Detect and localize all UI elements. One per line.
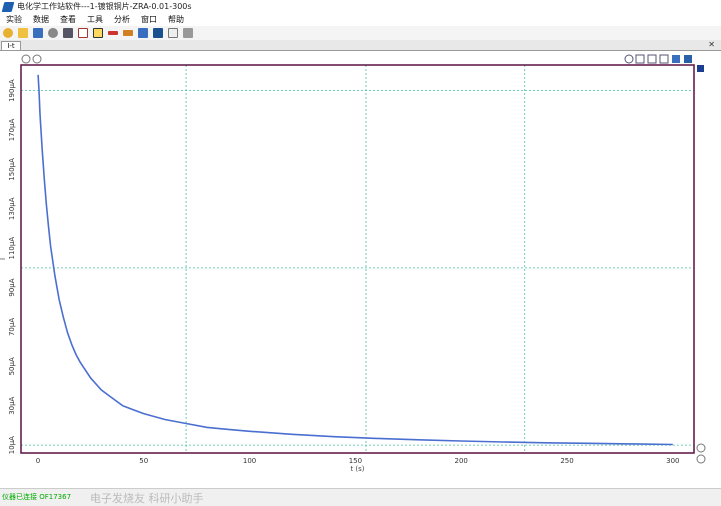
print-icon[interactable] xyxy=(48,28,58,38)
open-folder-icon[interactable] xyxy=(18,28,28,38)
x-tick-label: 150 xyxy=(349,457,362,465)
app-logo-icon xyxy=(1,1,15,12)
x-tick-label: 0 xyxy=(36,457,40,465)
chart-icon[interactable] xyxy=(78,28,88,38)
menu-analysis[interactable]: 分析 xyxy=(108,14,135,25)
x-tick-label: 300 xyxy=(666,457,679,465)
y-tick-label: 190μA xyxy=(8,79,16,102)
grid-lines xyxy=(21,65,694,453)
zoom-out-right-icon[interactable] xyxy=(696,454,706,464)
zoom-fit-icon[interactable] xyxy=(624,54,634,64)
menu-experiment[interactable]: 实验 xyxy=(0,14,27,25)
zoom-y-icon[interactable] xyxy=(647,54,657,64)
peak-icon[interactable] xyxy=(123,30,133,36)
table-icon[interactable] xyxy=(93,28,103,38)
it-chart[interactable]: 10μA 30μA 50μA 70μA 90μA 110μA 130μA 150μA 170μA… xyxy=(0,51,721,488)
layout-icon[interactable] xyxy=(672,55,680,63)
x-tick-label: 250 xyxy=(560,457,573,465)
menu-data[interactable]: 数据 xyxy=(27,14,54,25)
y-tick-label: 150μA xyxy=(8,158,16,181)
menu-bar: 实验 数据 查看 工具 分析 窗口 帮助 xyxy=(0,13,721,26)
y-tick-label: 10μA xyxy=(8,436,16,454)
menu-help[interactable]: 帮助 xyxy=(162,14,189,25)
title-bar: 电化学工作站软件---1-镀银铜片-ZRA-0.01-300s xyxy=(0,0,721,13)
y-tick-label: 70μA xyxy=(8,318,16,336)
stop-icon[interactable] xyxy=(168,28,178,38)
x-tick-label: 100 xyxy=(243,457,256,465)
delete-icon[interactable] xyxy=(63,28,73,38)
current-series-line xyxy=(37,74,673,446)
tab-strip: I-t ✕ xyxy=(0,40,721,51)
pause-icon[interactable] xyxy=(183,28,193,38)
status-bar: 仪器已连接 OF17367 电子发烧友 科研小助手 xyxy=(0,488,721,505)
plot-frame xyxy=(20,64,695,454)
close-icon[interactable]: ✕ xyxy=(708,40,715,49)
menu-view[interactable]: 查看 xyxy=(54,14,81,25)
menu-tools[interactable]: 工具 xyxy=(81,14,108,25)
zoom-in-right-icon[interactable] xyxy=(696,443,706,453)
zoom-in-icon[interactable] xyxy=(21,54,31,64)
window-title: 电化学工作站软件---1-镀银铜片-ZRA-0.01-300s xyxy=(17,2,192,11)
new-experiment-icon[interactable] xyxy=(3,28,13,38)
status-text: 仪器已连接 OF17367 xyxy=(2,493,72,501)
export-icon[interactable] xyxy=(138,28,148,38)
y-tick-label: 110μA xyxy=(8,237,16,260)
y-tick-label: 30μA xyxy=(8,396,16,414)
toolbar xyxy=(0,26,721,40)
plot-panel: 10μA 30μA 50μA 70μA 90μA 110μA 130μA 150μA 170μA… xyxy=(0,51,721,488)
run-icon[interactable] xyxy=(153,28,163,38)
y-axis-label: I xyxy=(0,258,7,260)
y-tick-label: 50μA xyxy=(8,357,16,375)
y-tick-label: 90μA xyxy=(8,278,16,296)
series-color-swatch[interactable] xyxy=(697,65,704,72)
x-axis-label: t (s) xyxy=(350,465,364,473)
x-tick-label: 50 xyxy=(139,457,148,465)
x-tick-label: 200 xyxy=(455,457,468,465)
chart-save-icon[interactable] xyxy=(684,55,692,63)
filter-icon[interactable] xyxy=(108,31,118,35)
menu-window[interactable]: 窗口 xyxy=(135,14,162,25)
y-tick-labels: 10μA 30μA 50μA 70μA 90μA 110μA 130μA 150μA 170μA… xyxy=(8,79,16,454)
zoom-out-icon[interactable] xyxy=(32,54,42,64)
y-tick-label: 170μA xyxy=(8,118,16,141)
zoom-xy-icon[interactable] xyxy=(659,54,669,64)
tab-it[interactable]: I-t xyxy=(1,41,21,50)
save-icon[interactable] xyxy=(33,28,43,38)
x-tick-labels: 0 50 100 150 200 250 300 xyxy=(36,457,680,465)
zoom-x-icon[interactable] xyxy=(635,54,645,64)
y-tick-label: 130μA xyxy=(8,197,16,220)
